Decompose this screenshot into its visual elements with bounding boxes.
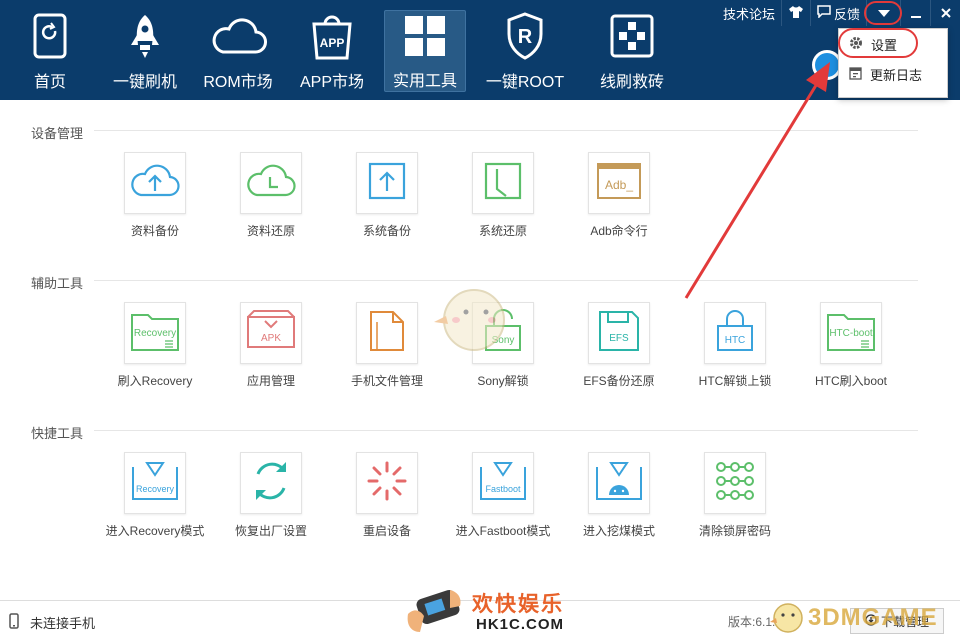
gamepad-hand-icon bbox=[407, 590, 461, 632]
mascot-watermark bbox=[432, 276, 512, 356]
mascot-small-icon bbox=[770, 603, 803, 633]
site-watermark: 欢快娱乐 HK1C.COM bbox=[404, 582, 568, 638]
site-watermark-domain: HK1C.COM bbox=[476, 616, 565, 633]
phone-icon bbox=[9, 613, 19, 634]
brand-watermark-label: 3DMGAME bbox=[808, 604, 938, 631]
brand-watermark: 3DMGAME bbox=[770, 598, 954, 638]
site-watermark-cn: 欢快娱乐 bbox=[472, 593, 564, 616]
connection-status: 未连接手机 bbox=[30, 616, 96, 631]
